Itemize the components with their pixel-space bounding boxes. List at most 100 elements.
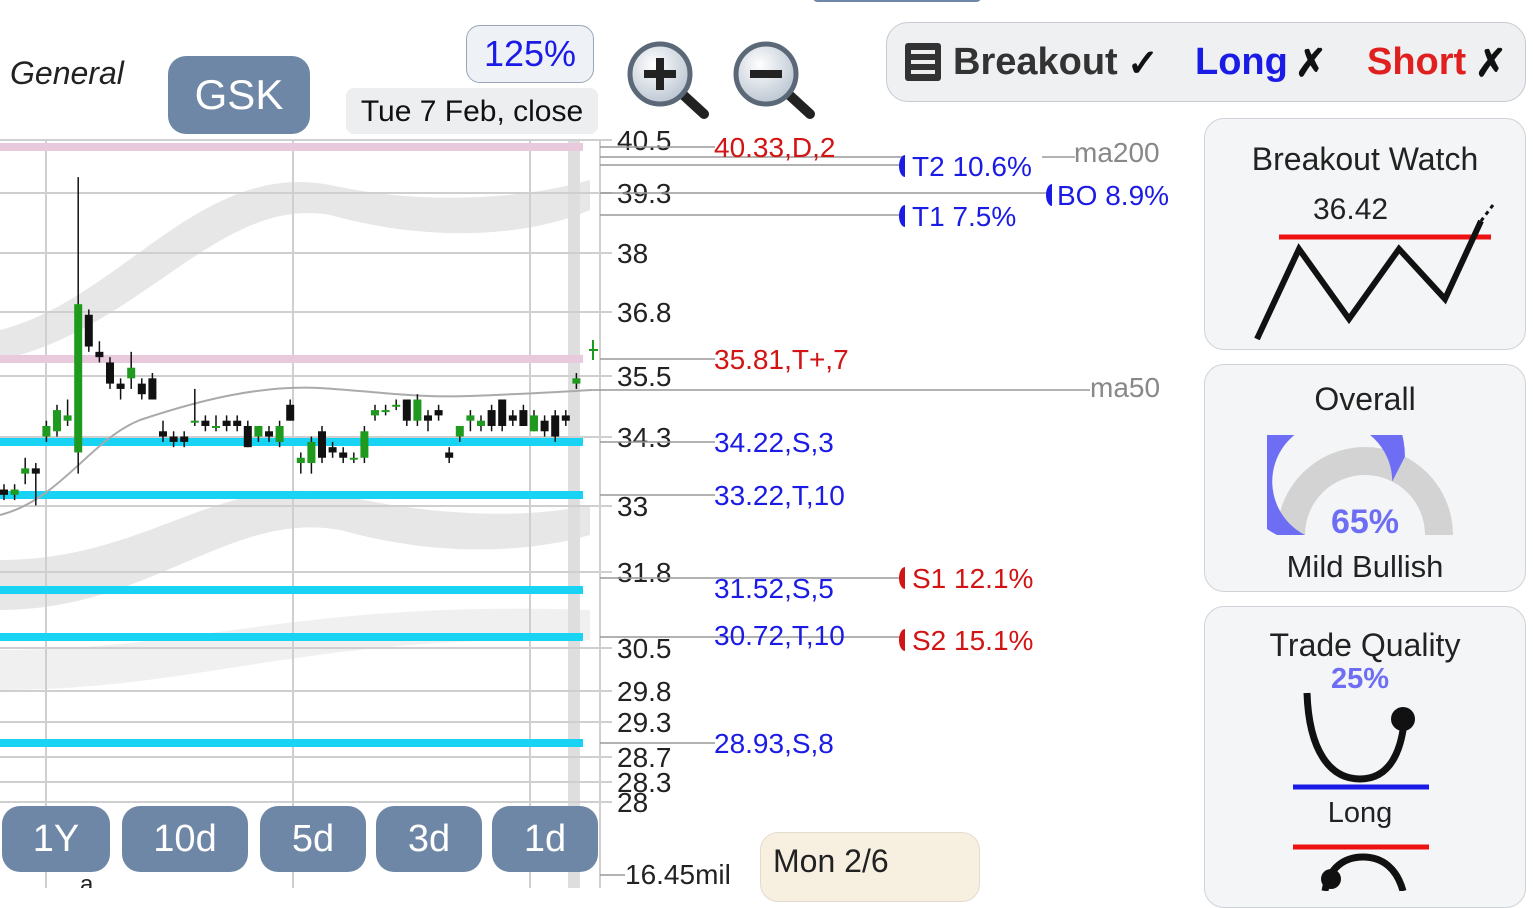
candle-body	[265, 431, 273, 437]
candle-body	[275, 425, 284, 442]
candle-body	[159, 431, 167, 437]
candle-body	[540, 420, 549, 432]
price-tick-label: 29.3	[617, 707, 672, 738]
list-icon[interactable]	[905, 43, 941, 81]
candle-body	[201, 420, 210, 426]
candle-body	[328, 447, 337, 453]
overall-percent: 65%	[1330, 503, 1400, 541]
horizontal-grid	[0, 139, 612, 803]
price-tick-label: 40.5	[617, 125, 672, 156]
price-axis: 40.539.33836.835.534.33331.830.529.829.3…	[617, 125, 672, 818]
candle-body	[498, 399, 507, 426]
candle-body	[318, 431, 326, 458]
candle-body	[10, 489, 19, 495]
candle-body	[116, 383, 125, 389]
breakout-watch-panel[interactable]: Breakout Watch 36.42	[1204, 118, 1526, 350]
candle-body	[424, 415, 432, 421]
panel-title: Trade Quality	[1269, 627, 1461, 663]
zoom-out-icon[interactable]	[728, 40, 816, 120]
target-bo-label: BO 8.9%	[1057, 180, 1169, 211]
breakout-tab[interactable]: Breakout	[953, 41, 1118, 84]
lower-band-2	[0, 608, 590, 690]
panel-title: Breakout Watch	[1251, 141, 1479, 177]
candle-body	[455, 425, 464, 437]
candle-body	[381, 410, 390, 413]
trade-quality-long-icon	[1293, 692, 1429, 891]
candle-body	[360, 431, 369, 458]
date-label: Tue 7 Feb, close	[346, 88, 598, 134]
level-label: 33.22,T,10	[714, 480, 845, 511]
candle-body	[477, 420, 485, 426]
candle-body	[254, 425, 263, 437]
breakout-check-icon: ✓	[1127, 43, 1159, 85]
candle-body	[572, 378, 581, 384]
candle-body	[487, 410, 496, 426]
candle-body	[42, 425, 51, 437]
range-1d-button[interactable]: 1d	[492, 806, 598, 872]
candle-body	[190, 420, 199, 423]
level-label: 30.72,T,10	[714, 620, 845, 651]
candle-body	[53, 410, 61, 432]
candle-body	[551, 415, 560, 437]
candle-body	[84, 314, 93, 347]
zoom-level[interactable]: 125%	[466, 25, 594, 83]
candle-body	[127, 367, 136, 379]
candle-body	[243, 425, 252, 448]
candle-body	[519, 410, 528, 426]
ma50-label: ma50	[1090, 372, 1160, 403]
long-cross-icon: ✗	[1295, 43, 1327, 85]
level-label: 31.52,S,5	[714, 573, 834, 604]
candle-body	[169, 436, 178, 442]
candle-body	[106, 362, 114, 384]
target-t1-label: T1 7.5%	[912, 201, 1016, 232]
price-tick-label: 28	[617, 787, 648, 818]
candle-body	[222, 420, 231, 426]
level-label: 34.22,S,3	[714, 427, 834, 458]
short-tab[interactable]: Short	[1367, 41, 1466, 84]
candle-body	[74, 304, 83, 453]
candle-body	[445, 452, 454, 458]
candle-body	[21, 468, 30, 474]
candle-body	[95, 351, 104, 358]
ticker-button[interactable]: GSK	[168, 56, 310, 134]
ma200-label: ma200	[1074, 137, 1160, 168]
candle-body	[530, 415, 538, 432]
range-10d-button[interactable]: 10d	[122, 806, 248, 872]
candle-body	[307, 441, 316, 464]
range-3d-button[interactable]: 3d	[376, 806, 482, 872]
candle-body	[31, 468, 40, 474]
candle-body	[148, 378, 157, 400]
zoom-in-icon[interactable]	[622, 40, 710, 120]
trade-quality-panel[interactable]: Trade Quality 25% Long	[1204, 606, 1526, 908]
price-tick-label: 38	[617, 238, 648, 269]
candle-body	[561, 415, 570, 421]
candle-body	[434, 410, 443, 416]
overall-verdict: Mild Bullish	[1286, 549, 1444, 584]
level-label: 35.81,T+,7	[714, 344, 849, 375]
candle-body	[212, 425, 220, 428]
candle-body	[180, 436, 189, 442]
short-cross-icon: ✗	[1475, 43, 1507, 85]
candle-body	[63, 415, 72, 421]
candle-body	[233, 420, 242, 426]
level-label: 28.93,S,8	[714, 728, 834, 759]
panel-title: Overall	[1314, 381, 1416, 417]
price-tick-label: 29.8	[617, 676, 672, 707]
category-label: General	[10, 55, 124, 91]
candle-body	[402, 399, 411, 421]
range-5d-button[interactable]: 5d	[260, 806, 366, 872]
price-tick-label: 34.3	[617, 422, 672, 453]
overall-panel[interactable]: Overall 65% Mild Bullish	[1204, 364, 1526, 592]
candle-body	[296, 457, 305, 464]
candle-body	[413, 399, 422, 421]
price-tick-label: 35.5	[617, 361, 672, 392]
long-tab[interactable]: Long	[1195, 41, 1288, 84]
level-label: 40.33,D,2	[714, 132, 835, 163]
stop-s2-label: S2 15.1%	[912, 625, 1033, 656]
range-1y-button[interactable]: 1Y	[2, 806, 110, 872]
target-t2-label: T2 10.6%	[912, 151, 1032, 182]
volume-label: 16.45mil	[625, 859, 731, 888]
bottom-axis-mark: a	[80, 871, 94, 888]
price-tick-label: 36.8	[617, 297, 672, 328]
candle-body	[339, 452, 348, 458]
